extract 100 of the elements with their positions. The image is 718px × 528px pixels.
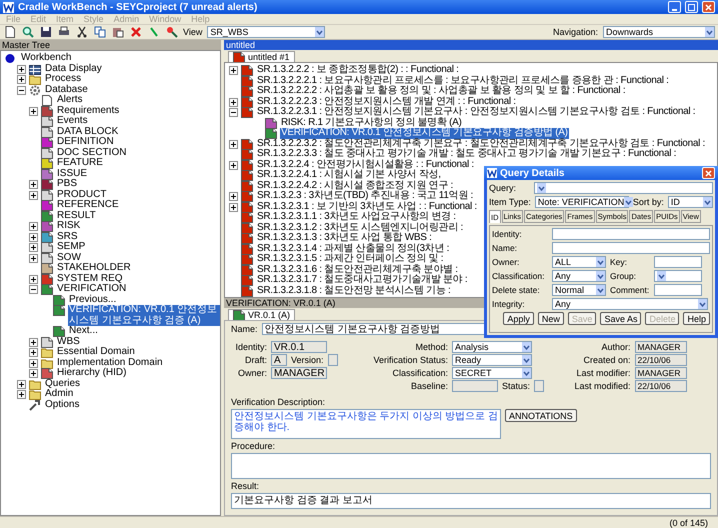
tree-item[interactable]: Hierarchy (HID): [56, 368, 128, 378]
dropdown[interactable]: Normal: [552, 284, 606, 296]
tree-item[interactable]: VERIFICATION: [56, 284, 128, 294]
expand-icon[interactable]: [229, 140, 238, 148]
expand-icon[interactable]: [17, 380, 26, 388]
tree-item[interactable]: Implementation Domain: [56, 358, 164, 368]
result-field[interactable]: 기본요구사항 검증 결과 보고서: [231, 493, 711, 509]
list-item[interactable]: SR.1.3.2.3.1.3 : 3차년도 사업 통합 WBS :: [256, 233, 433, 244]
tree-item[interactable]: FEATURE: [56, 158, 104, 168]
list-item[interactable]: SR.1.3.2.2.2.2 : 사업총괄 보 활용 정의 및 : 사업총괄 보 활용 정의 및 보 할 : Functional :: [256, 86, 626, 96]
description-field[interactable]: 안전정보시스템 기본요구사항은 두가지 이상의 방법으로 검증해야 한다.: [231, 409, 501, 439]
tree-item[interactable]: Data Display: [44, 64, 103, 74]
document-tab[interactable]: VR.0.1 (A): [228, 309, 296, 320]
tree-item[interactable]: WBS: [56, 336, 81, 347]
tree-item[interactable]: SEMP: [56, 242, 86, 252]
tree-item[interactable]: SYSTEM REQ: [56, 274, 124, 284]
dialog-button[interactable]: Save As: [600, 312, 642, 325]
annotations-button[interactable]: ANNOTATIONS: [505, 409, 577, 422]
minimize-button[interactable]: [668, 1, 681, 13]
identity-field[interactable]: VR.0.1: [271, 341, 327, 353]
tree-item[interactable]: Previous...: [68, 294, 118, 305]
tree-item[interactable]: SRS: [56, 232, 79, 242]
tree-item[interactable]: REFERENCE: [56, 200, 120, 210]
list-item[interactable]: SR.1.3.2.3.1.4 : 과제별 산출물의 정의(3차년 :: [256, 244, 450, 254]
expand-icon[interactable]: [29, 338, 38, 346]
list-item[interactable]: SR.1.3.2.2.2.3 : 안전정보지원시스템 개발 연계 : : Functional :: [256, 96, 517, 107]
tree-item[interactable]: Next...: [68, 326, 99, 336]
procedure-field[interactable]: [231, 453, 711, 479]
owner-field[interactable]: MANAGER: [271, 367, 327, 379]
draft-field[interactable]: A: [271, 354, 287, 366]
tree-item[interactable]: Options: [44, 400, 80, 410]
expand-icon[interactable]: [229, 66, 238, 75]
dropdown[interactable]: Any: [552, 270, 606, 282]
list-item[interactable]: SR.1.3.2.2.2.1 : 보요구사항관리 프로세스를 : 보요구사항관리 프로세스를 증용한 관 : Functional :: [256, 76, 670, 86]
document-tab[interactable]: untitled #1: [228, 51, 295, 62]
input-field[interactable]: [552, 228, 710, 240]
tree-item[interactable]: DEFINITION: [56, 137, 115, 148]
dropdown[interactable]: [534, 182, 713, 194]
tree-item[interactable]: DOC SECTION: [56, 148, 128, 158]
list-item[interactable]: SR.1.3.2.3.1.8 : 철도안전망 분석시스템 기능 :: [256, 286, 452, 296]
tree-item[interactable]: VERIFICATION: VR.0.1 안전정보시스템 기본요구사항 검증 (A): [68, 305, 220, 326]
list-item[interactable]: SR.1.3.2.3.1.5 : 과제간 인터페이스 정의 및 :: [256, 254, 444, 264]
list-item[interactable]: SR.1.3.2.2.3.2 : 철도안전관리체계구축 기본요구 : 철도안전관리체계구축 기본요구사항 검토 : Functional :: [256, 138, 706, 149]
tree-item[interactable]: ISSUE: [56, 168, 88, 179]
tree-item[interactable]: DATA BLOCK: [56, 126, 120, 137]
expand-icon[interactable]: [17, 390, 26, 399]
info-field[interactable]: MANAGER: [634, 367, 687, 379]
tree-item[interactable]: Alerts: [56, 95, 84, 106]
info-field[interactable]: 22/10/06: [634, 380, 687, 392]
copy-icon[interactable]: [93, 26, 106, 38]
list-item[interactable]: SR.1.3.2.2.4 : 안전평가시험시설활용 : : Functional :: [256, 160, 475, 170]
new-document-icon[interactable]: [3, 26, 16, 38]
tree-item[interactable]: PBS: [56, 179, 78, 190]
expand-icon[interactable]: [29, 243, 38, 252]
save-icon[interactable]: [39, 26, 52, 38]
tree-item[interactable]: Essential Domain: [56, 347, 136, 358]
list-item[interactable]: SR.1.3.2.3 : 3차년도(TBD) 추진내용 : 국고 11억원 :: [256, 191, 474, 202]
expand-icon[interactable]: [29, 369, 38, 378]
cut-icon[interactable]: [75, 26, 88, 38]
dropdown[interactable]: SR_WBS: [207, 26, 326, 38]
expand-icon[interactable]: [29, 222, 38, 231]
maximize-button[interactable]: [685, 1, 698, 13]
dropdown[interactable]: Any: [552, 298, 708, 310]
dialog-button[interactable]: Apply: [503, 312, 534, 325]
expand-icon[interactable]: [17, 64, 26, 74]
tree-item[interactable]: Process: [44, 74, 82, 84]
tree-item[interactable]: SOW: [56, 252, 82, 263]
list-item[interactable]: SR.1.3.2.2.3.1 : 안전정보지원시스템 기본요구사 : 안전정보지원시스템 기본요구사항 검토 : Functional :: [256, 107, 696, 118]
dropdown[interactable]: ID: [668, 196, 713, 208]
list-item[interactable]: SR.1.3.2.2.4.1 : 시험시설 기본 사양서 작성,: [256, 170, 442, 180]
dropdown[interactable]: SECRET: [452, 367, 532, 379]
expand-icon[interactable]: [29, 358, 38, 368]
list-item[interactable]: SR.1.3.2.3.1.1 : 3차년도 사업요구사항의 변경 :: [256, 212, 457, 222]
collapse-icon[interactable]: [229, 108, 238, 117]
expand-icon[interactable]: [229, 98, 238, 106]
dialog-button[interactable]: Help: [683, 312, 710, 325]
tree-item[interactable]: Events: [56, 116, 89, 126]
tree-item[interactable]: Admin: [44, 389, 74, 400]
expand-icon[interactable]: [29, 274, 38, 284]
dropdown[interactable]: ALL: [552, 256, 606, 268]
tree-item[interactable]: RESULT: [56, 210, 97, 221]
expand-icon[interactable]: [17, 75, 26, 84]
tree-item[interactable]: Workbench: [20, 53, 72, 64]
list-item[interactable]: SR.1.3.2.3.1.2 : 3차년도 시스템엔지니어링관리 :: [256, 222, 464, 233]
expand-icon[interactable]: [229, 202, 238, 212]
input-field[interactable]: [552, 242, 710, 254]
baseline-field[interactable]: [452, 380, 498, 392]
search-icon[interactable]: [21, 26, 34, 38]
dropdown[interactable]: [654, 270, 702, 282]
close-button[interactable]: [702, 1, 715, 13]
collapse-icon[interactable]: [17, 86, 26, 94]
delete-icon[interactable]: [129, 26, 142, 38]
tree-item[interactable]: STAKEHOLDER: [56, 263, 132, 274]
list-item[interactable]: SR.1.3.2.3.1 : 보 기반의 3차년도 사업 : : Functional :: [256, 202, 478, 212]
expand-icon[interactable]: [229, 160, 238, 170]
dropdown[interactable]: Analysis: [452, 341, 532, 353]
expand-icon[interactable]: [29, 180, 38, 189]
collapse-icon[interactable]: [29, 285, 38, 294]
info-field[interactable]: MANAGER: [634, 341, 687, 353]
version-field[interactable]: [328, 354, 338, 366]
